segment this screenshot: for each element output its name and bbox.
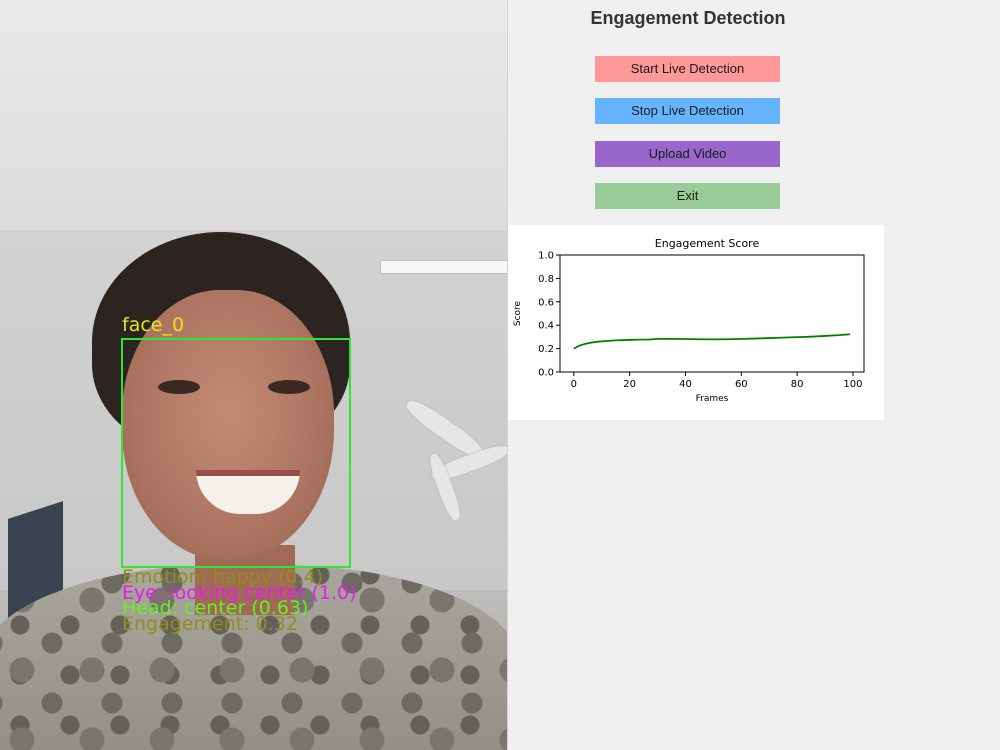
y-tick-label: 0.0: [538, 368, 554, 379]
face-bounding-box: [121, 338, 351, 568]
start-live-detection-button[interactable]: Start Live Detection: [595, 56, 780, 82]
engagement-score-line: [573, 333, 851, 350]
chart-plot-area: [559, 254, 865, 373]
camera-feed: face_0 Emotion: happy (0.4) Eye: looking…: [0, 0, 507, 750]
engagement-chart-svg: Engagement Score 0 20 40 60 80 100 0.0 0.2 0.4 0.…: [513, 237, 865, 404]
x-tick-label: 100: [843, 379, 862, 390]
chart-ticks: 0 20 40 60 80 100 0.0 0.2 0.4 0.6 0.8 1.0: [538, 251, 862, 391]
x-tick-label: 40: [679, 379, 692, 390]
ceiling: [0, 0, 507, 230]
stop-live-detection-button[interactable]: Stop Live Detection: [595, 98, 780, 124]
app-window: face_0 Emotion: happy (0.4) Eye: looking…: [0, 0, 1000, 750]
x-tick-label: 80: [791, 379, 804, 390]
y-tick-label: 0.2: [538, 344, 554, 355]
x-axis-label: Frames: [696, 394, 729, 404]
x-tick-label: 0: [571, 379, 577, 390]
x-tick-label: 20: [623, 379, 636, 390]
y-tick-label: 0.8: [538, 274, 554, 285]
y-axis-label: Score: [513, 300, 523, 326]
face-id-label: face_0: [122, 314, 185, 336]
engagement-label: Engagement: 0.32: [122, 613, 298, 635]
y-tick-label: 0.4: [538, 321, 554, 332]
tube-light: [380, 260, 507, 274]
app-title: Engagement Detection: [590, 8, 786, 28]
control-panel: Engagement Detection Start Live Detectio…: [507, 0, 1000, 750]
y-tick-label: 1.0: [538, 251, 554, 262]
x-tick-label: 60: [735, 379, 748, 390]
engagement-chart: Engagement Score 0 20 40 60 80 100 0.0 0.2 0.4 0.…: [508, 225, 884, 420]
exit-button[interactable]: Exit: [595, 183, 780, 209]
upload-video-button[interactable]: Upload Video: [595, 141, 780, 167]
chart-title: Engagement Score: [655, 237, 760, 250]
y-tick-label: 0.6: [538, 297, 554, 308]
